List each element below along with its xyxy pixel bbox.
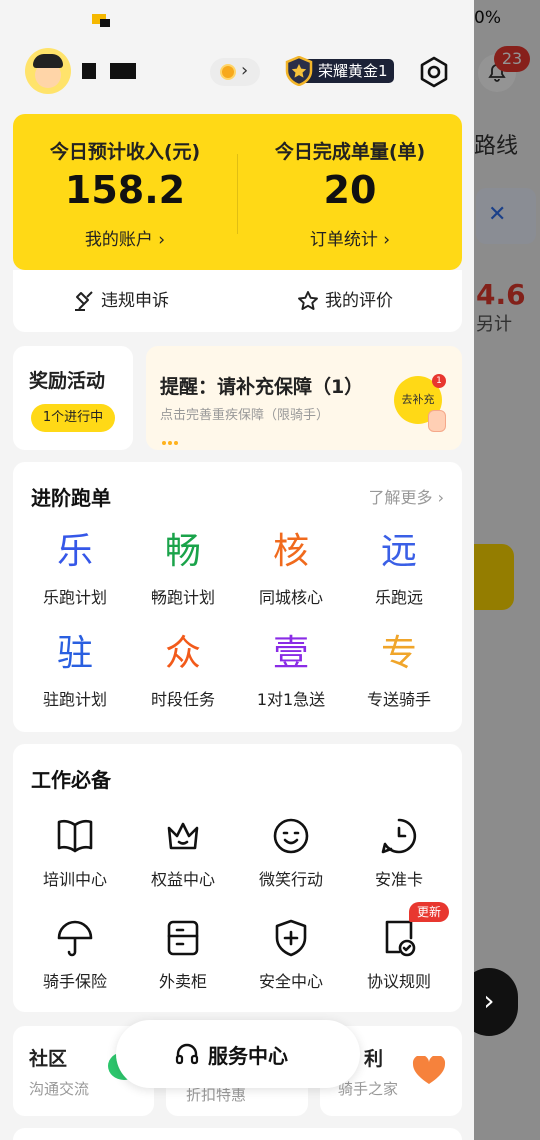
settings-gear-icon[interactable] [418, 56, 450, 88]
appeal-label: 违规申诉 [101, 291, 169, 311]
shield-plus-icon [269, 916, 313, 960]
rank-shield-icon [285, 56, 313, 86]
medal-icon [220, 64, 236, 80]
clock-card-icon [377, 814, 421, 858]
advanced-glyph-icon: 众 [164, 633, 201, 674]
income-value: 158.2 [64, 168, 186, 212]
advanced-label: 畅跑计划 [150, 588, 215, 607]
avatar[interactable] [25, 48, 71, 94]
chevron-right-icon: › [241, 60, 249, 81]
reminder-title: 提醒：请补充保障（1） [160, 376, 364, 398]
reward-ongoing-badge: 1个进行中 [31, 404, 115, 432]
rating-label: 我的评价 [325, 291, 393, 311]
reminder-subtitle: 点击完善重疾保障（限骑手） [160, 408, 330, 423]
carousel-dots [162, 430, 182, 445]
update-badge: 更新 [409, 902, 449, 922]
learn-more-link[interactable]: 了解更多 › [368, 484, 444, 508]
order-stats-link[interactable]: 订单统计 › [238, 225, 462, 250]
medal-button[interactable]: › [210, 58, 260, 86]
advanced-glyph-icon: 驻 [56, 633, 93, 674]
work-label: 安准卡 [374, 870, 423, 889]
income-label: 今日预计收入(元) [49, 141, 201, 163]
income-column[interactable]: 今日预计收入(元) 158.2 我的账户 › [13, 114, 237, 270]
orders-value: 20 [323, 168, 377, 212]
orders-column[interactable]: 今日完成单量(单) 20 订单统计 › [238, 114, 462, 270]
work-label: 外卖柜 [158, 972, 207, 991]
pointing-hand-icon [428, 410, 446, 432]
chevron-right-icon: › [483, 984, 495, 1017]
headset-icon [175, 1043, 199, 1065]
community-subtitle: 沟通交流 [29, 1080, 90, 1098]
advanced-glyph-icon: 远 [380, 531, 417, 572]
masked-username [82, 63, 96, 79]
star-icon [298, 291, 318, 310]
rank-badge[interactable]: 荣耀黄金1 [284, 56, 394, 86]
notification-status-icon [92, 14, 110, 27]
document-check-icon [377, 916, 421, 960]
advanced-glyph-icon: 核 [272, 531, 309, 572]
masked-username-2 [110, 63, 136, 79]
crown-icon [161, 814, 205, 858]
advanced-label: 1对1急送 [256, 690, 326, 709]
welfare-subtitle: 骑手之家 [338, 1080, 399, 1098]
work-label: 协议规则 [366, 972, 431, 991]
chevron-right-icon: › [158, 230, 166, 250]
advanced-glyph-icon: 专 [380, 633, 417, 674]
chevron-right-icon: › [437, 488, 444, 507]
heart-icon [412, 1056, 446, 1084]
work-label: 权益中心 [150, 870, 215, 889]
chevron-right-icon: › [383, 230, 391, 250]
reward-title: 奖励活动 [29, 370, 106, 392]
community-title: 社区 [29, 1048, 68, 1070]
work-label: 培训中心 [42, 870, 107, 889]
service-center-label: 服务中心 [208, 1044, 288, 1068]
advanced-label: 乐跑计划 [42, 588, 107, 607]
advanced-glyph-icon: 乐 [56, 531, 93, 572]
appeal-button[interactable]: 违规申诉 [73, 288, 203, 314]
section-title: 工作必备 [31, 768, 111, 792]
advanced-label: 同城核心 [258, 588, 323, 607]
my-rating-button[interactable]: 我的评价 [297, 288, 427, 314]
side-drawer: › 荣耀黄金1 今日预计收入(元) 158.2 我的账户 › 今日完成单量(单)… [0, 0, 474, 1140]
rank-name: 荣耀黄金1 [318, 62, 388, 80]
work-label: 微笑行动 [258, 870, 323, 889]
advanced-label: 时段任务 [150, 690, 215, 709]
section-title: 进阶跑单 [31, 486, 111, 510]
reward-activity-card[interactable]: 奖励活动 1个进行中 [13, 346, 133, 450]
advanced-glyph-icon: 壹 [272, 633, 309, 674]
orders-label: 今日完成单量(单) [274, 141, 426, 163]
advanced-label: 专送骑手 [366, 690, 431, 709]
next-card-edge [13, 1128, 462, 1140]
cabinet-icon [161, 916, 205, 960]
work-label: 安全中心 [258, 972, 323, 991]
appeal-hammer-icon [75, 291, 93, 311]
reminder-banner[interactable]: 提醒：请补充保障（1） 点击完善重疾保障（限骑手） 去补充 1 [146, 346, 462, 450]
supplement-badge: 1 [432, 374, 446, 388]
my-account-link[interactable]: 我的账户 › [13, 225, 237, 250]
advanced-running-section: 进阶跑单 了解更多 › 乐乐跑计划 畅畅跑计划 核同城核心 远乐跑远驻驻跑计划 众时段任… [13, 462, 462, 732]
work-label: 骑手保险 [42, 972, 107, 991]
book-icon [53, 814, 97, 858]
work-essentials-section: 工作必备 培训中心 权益中心 微笑行动 安准卡骑手保险 外卖柜 安全中心 协议规则 更新 [13, 744, 462, 1012]
advanced-glyph-icon: 畅 [164, 531, 201, 572]
welfare-title: 利 [364, 1048, 384, 1070]
smile-icon [269, 814, 313, 858]
advanced-label: 驻跑计划 [42, 690, 107, 709]
service-center-button[interactable]: 服务中心 [116, 1020, 360, 1088]
income-card: 今日预计收入(元) 158.2 我的账户 › 今日完成单量(单) 20 订单统计… [13, 114, 462, 270]
quick-actions: 违规申诉 我的评价 [13, 270, 462, 332]
advanced-label: 乐跑远 [374, 588, 423, 607]
umbrella-icon [53, 916, 97, 960]
